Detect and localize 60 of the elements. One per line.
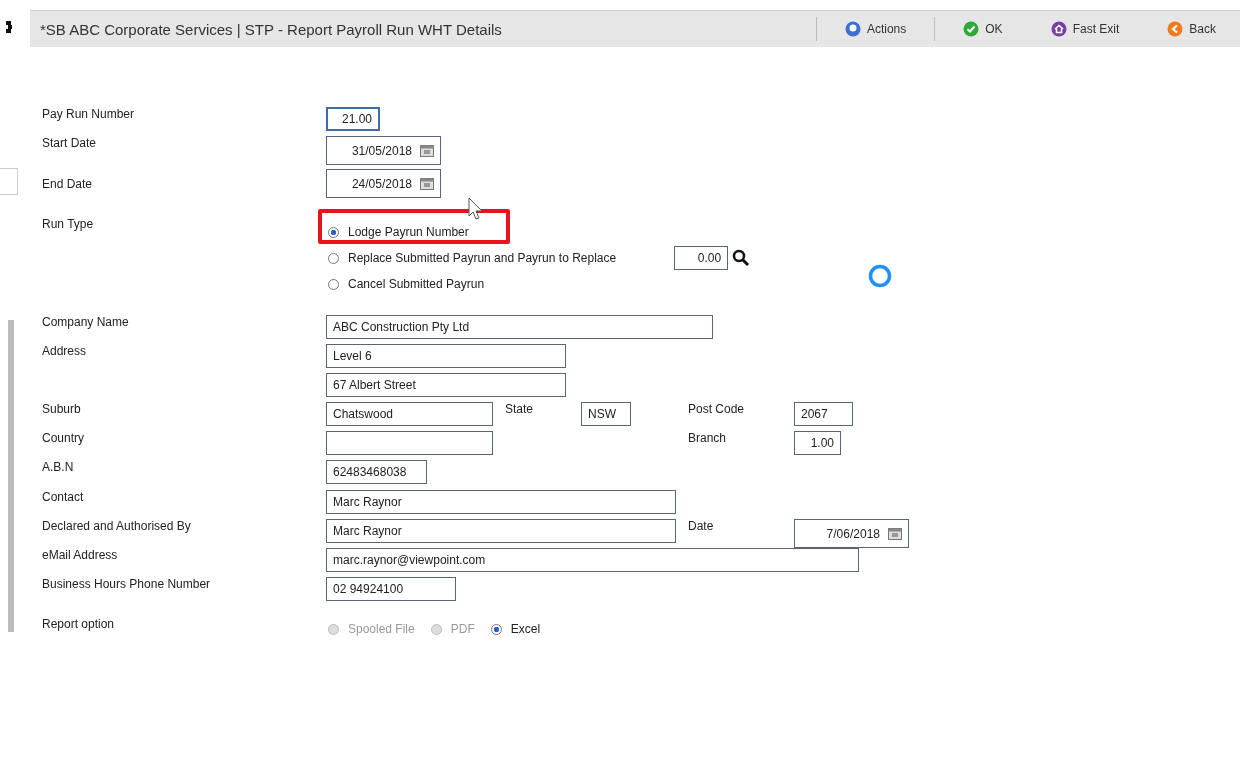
input-field[interactable] (326, 431, 493, 455)
input-field[interactable]: 67 Albert Street (326, 373, 566, 397)
radio-button[interactable] (328, 278, 339, 290)
radio-label: Lodge Payrun Number (348, 225, 469, 239)
field-label: Address (42, 344, 88, 358)
search-icon[interactable] (732, 249, 751, 267)
input-field[interactable]: 1.00 (794, 431, 841, 455)
loading-spinner-icon (868, 264, 892, 288)
date-field[interactable]: 31/05/2018 (326, 136, 441, 165)
field-label: Declared and Authorised By (42, 519, 192, 533)
window-title: *SB ABC Corporate Services | STP - Report Payroll Run WHT Details (40, 20, 503, 38)
home-icon (1050, 21, 1067, 37)
exit-button[interactable]: Fast Exit (1040, 17, 1130, 41)
radio-label: Spooled File (348, 622, 415, 636)
input-field[interactable]: Level 6 (326, 344, 566, 368)
input-field[interactable]: NSW (581, 402, 631, 426)
radio-option[interactable]: Lodge Payrun Number (326, 225, 469, 239)
field-label: Start Date (42, 136, 98, 150)
radio-label: Excel (510, 622, 541, 636)
field-label: End Date (42, 177, 94, 191)
field-label: Date (688, 519, 715, 533)
radio-button[interactable] (328, 226, 339, 238)
field-label: eMail Address (42, 548, 119, 562)
input-field[interactable]: 21.00 (326, 107, 380, 131)
field-label: Suburb (42, 402, 82, 416)
field-label: State (505, 402, 535, 416)
radio-button[interactable] (328, 252, 339, 264)
radio-button[interactable] (490, 623, 502, 635)
calendar-icon[interactable] (888, 527, 902, 540)
scrollbar[interactable] (8, 320, 14, 632)
field-label: Business Hours Phone Number (42, 577, 212, 591)
field-label: Contact (42, 490, 85, 504)
ok-button[interactable]: OK (953, 17, 1013, 41)
field-label: A.B.N (42, 460, 75, 474)
field-label: Branch (688, 431, 728, 445)
input-field[interactable]: ABC Construction Pty Ltd (326, 315, 713, 339)
field-label: Report option (42, 617, 116, 631)
cursor-icon (468, 197, 484, 221)
actions-button[interactable]: Actions (834, 17, 917, 41)
input-field[interactable]: 62483468038 (326, 460, 427, 484)
input-field[interactable]: 0.00 (674, 246, 729, 270)
calendar-icon[interactable] (420, 144, 434, 157)
back-button[interactable]: Back (1157, 17, 1226, 41)
field-label: Country (42, 431, 86, 445)
field-label: Company Name (42, 315, 130, 329)
radio-option[interactable]: Excel (488, 622, 541, 636)
date-field[interactable]: 7/06/2018 (794, 519, 909, 548)
input-field[interactable]: Chatswood (326, 402, 493, 426)
field-label: Post Code (688, 402, 746, 416)
input-field[interactable]: 2067 (794, 402, 853, 426)
field-label: Run Type (42, 217, 95, 231)
input-field[interactable]: marc.raynor@viewpoint.com (326, 548, 859, 572)
radio-label: PDF (450, 622, 475, 636)
input-field[interactable]: 02 94924100 (326, 577, 456, 601)
input-field[interactable]: Marc Raynor (326, 490, 676, 514)
date-field[interactable]: 24/05/2018 (326, 169, 441, 198)
check-icon (963, 21, 980, 37)
input-field[interactable]: Marc Raynor (326, 519, 676, 543)
calendar-icon[interactable] (420, 177, 434, 190)
field-label: Pay Run Number (42, 107, 136, 121)
